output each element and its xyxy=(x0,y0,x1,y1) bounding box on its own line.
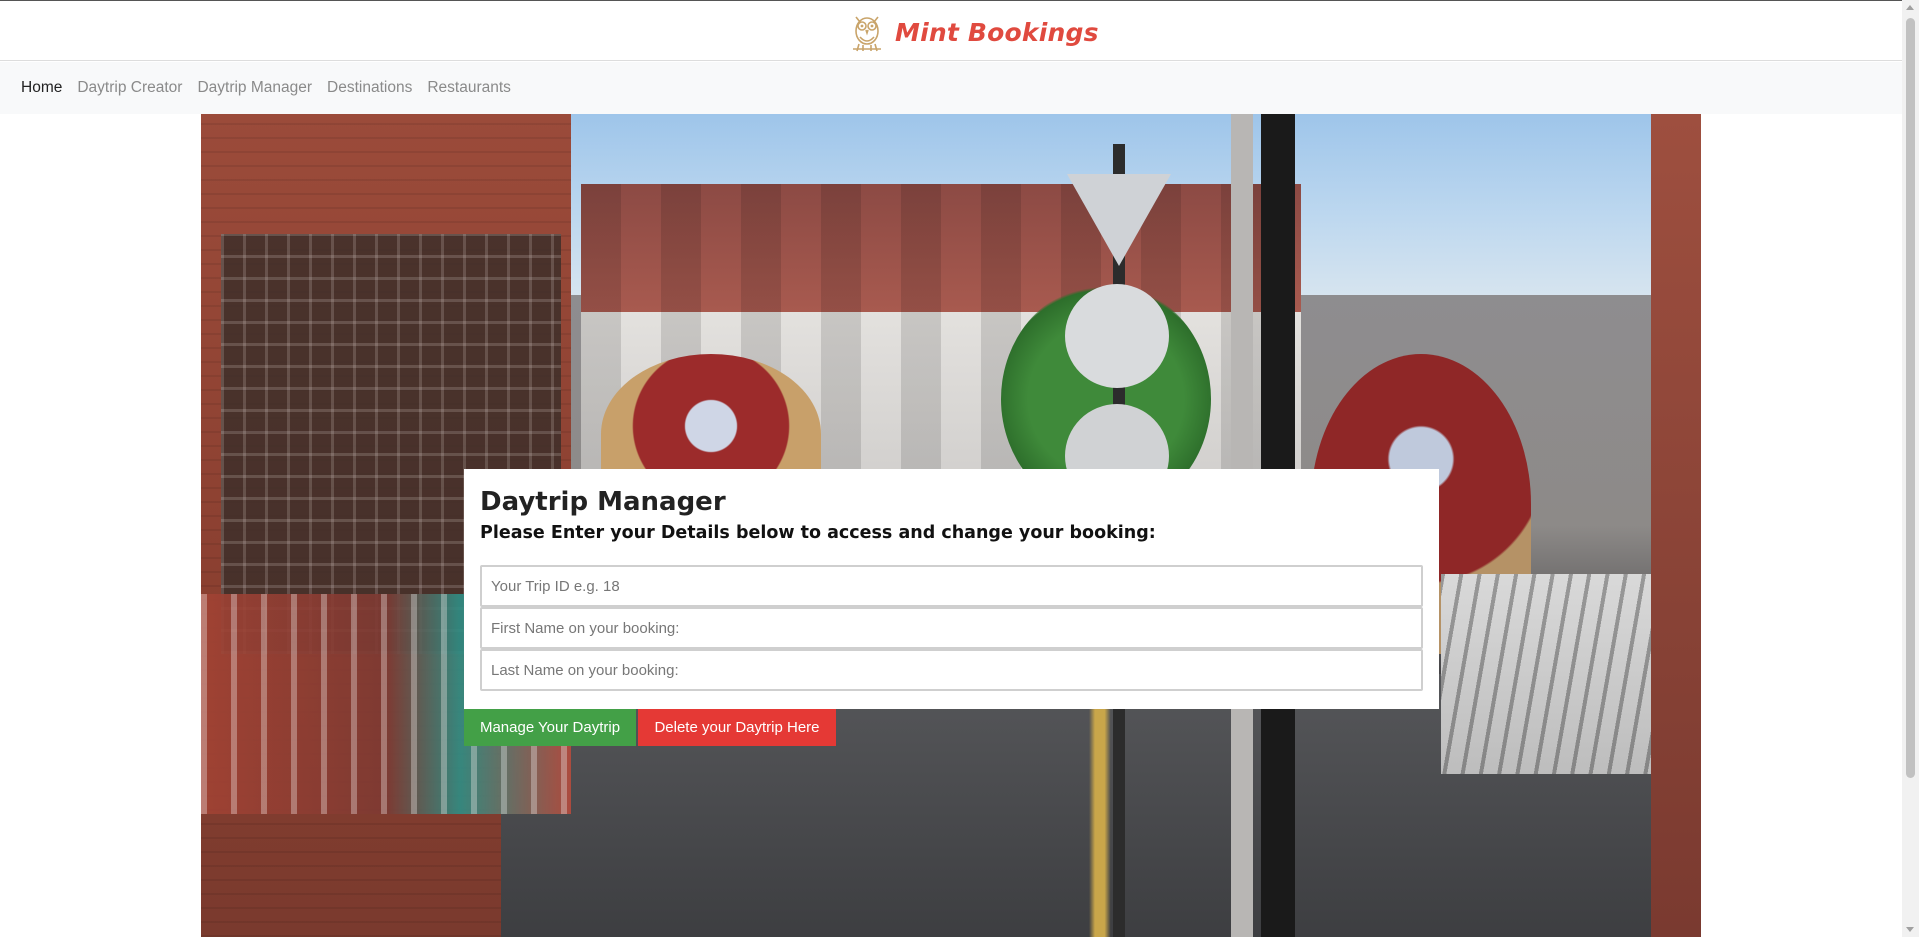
hero-yield-sign xyxy=(1067,174,1171,266)
owl-icon xyxy=(853,16,881,52)
first-name-input[interactable] xyxy=(480,607,1423,649)
trip-id-input[interactable] xyxy=(480,565,1423,607)
form-title: Daytrip Manager xyxy=(480,487,726,517)
last-name-input[interactable] xyxy=(480,649,1423,691)
scrollbar-thumb[interactable] xyxy=(1906,18,1915,778)
nav-home[interactable]: Home xyxy=(21,79,62,97)
hero-brick-wall-right xyxy=(1651,114,1701,937)
hero-round-sign xyxy=(1065,284,1169,388)
brand-name: Mint Bookings xyxy=(895,17,1099,47)
nav-daytrip-creator[interactable]: Daytrip Creator xyxy=(77,79,182,97)
main-nav: Home Daytrip Creator Daytrip Manager Des… xyxy=(0,62,1902,114)
page-scrollbar[interactable] xyxy=(1902,0,1919,937)
site-header: Mint Bookings xyxy=(0,0,1902,61)
nav-daytrip-manager[interactable]: Daytrip Manager xyxy=(197,79,312,97)
manage-daytrip-button[interactable]: Manage Your Daytrip xyxy=(464,709,636,746)
form-subtitle: Please Enter your Details below to acces… xyxy=(480,523,1156,543)
nav-destinations[interactable]: Destinations xyxy=(327,79,412,97)
nav-restaurants[interactable]: Restaurants xyxy=(427,79,511,97)
delete-daytrip-button[interactable]: Delete your Daytrip Here xyxy=(638,709,836,746)
scroll-down-arrow-icon[interactable] xyxy=(1906,927,1914,932)
brand[interactable]: Mint Bookings xyxy=(849,11,1099,53)
daytrip-manager-form: Daytrip Manager Please Enter your Detail… xyxy=(464,469,1439,709)
scroll-up-arrow-icon[interactable] xyxy=(1906,5,1914,10)
